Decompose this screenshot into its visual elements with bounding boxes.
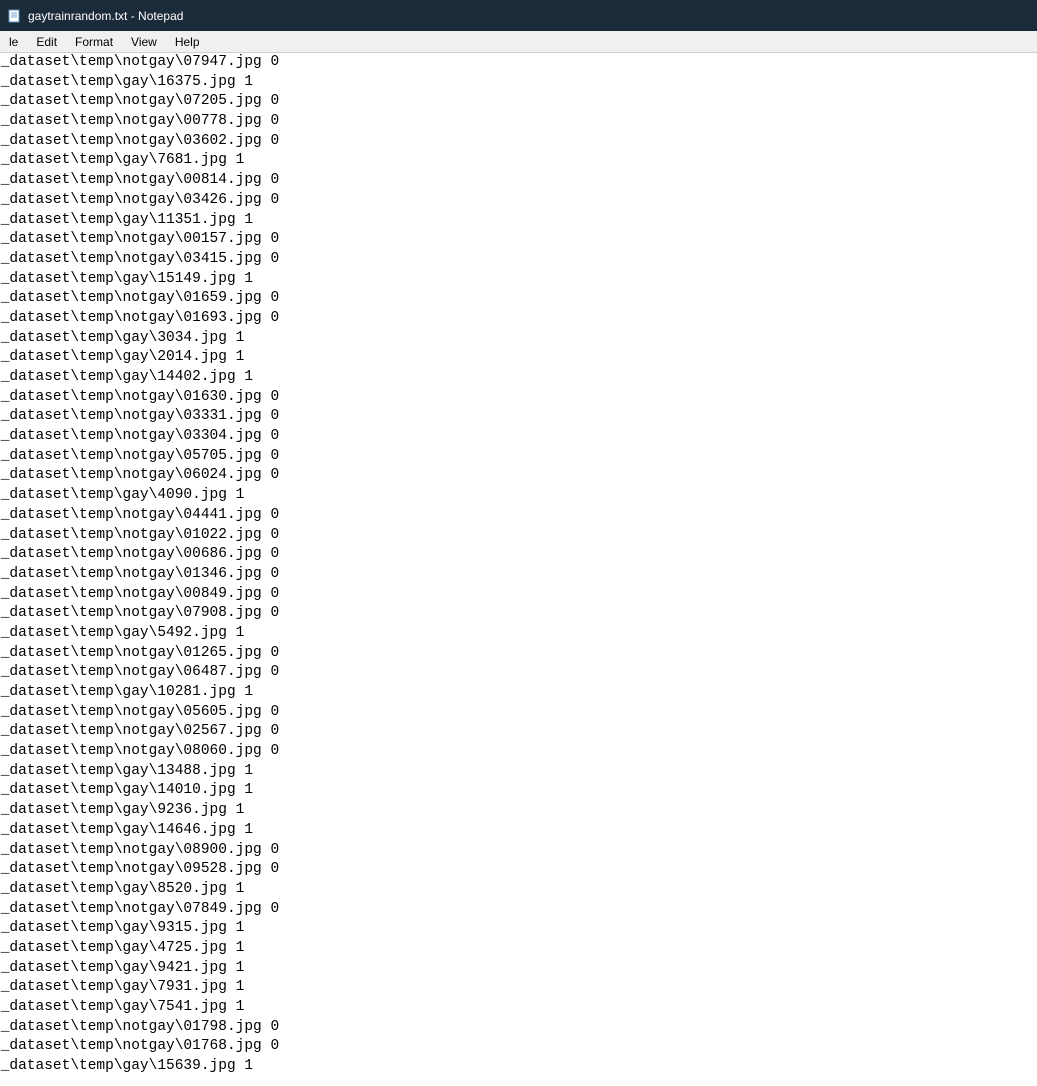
text-line: y_dataset\temp\notgay\01346.jpg 0 (0, 565, 1037, 585)
text-line: y_dataset\temp\gay\4725.jpg 1 (0, 939, 1037, 959)
text-line: y_dataset\temp\gay\9421.jpg 1 (0, 959, 1037, 979)
text-line: y_dataset\temp\gay\8520.jpg 1 (0, 880, 1037, 900)
text-line: y_dataset\temp\notgay\01693.jpg 0 (0, 309, 1037, 329)
text-line: y_dataset\temp\notgay\05605.jpg 0 (0, 703, 1037, 723)
text-line: y_dataset\temp\notgay\06024.jpg 0 (0, 466, 1037, 486)
text-line: y_dataset\temp\notgay\03602.jpg 0 (0, 132, 1037, 152)
menu-bar: le Edit Format View Help (0, 31, 1037, 53)
text-line: y_dataset\temp\notgay\01798.jpg 0 (0, 1018, 1037, 1038)
text-line: y_dataset\temp\gay\14010.jpg 1 (0, 781, 1037, 801)
text-line: y_dataset\temp\notgay\05705.jpg 0 (0, 447, 1037, 467)
text-line: y_dataset\temp\notgay\08900.jpg 0 (0, 841, 1037, 861)
text-line: y_dataset\temp\notgay\06487.jpg 0 (0, 663, 1037, 683)
text-line: y_dataset\temp\gay\7681.jpg 1 (0, 151, 1037, 171)
text-line: y_dataset\temp\notgay\01630.jpg 0 (0, 388, 1037, 408)
text-line: y_dataset\temp\notgay\09528.jpg 0 (0, 860, 1037, 880)
text-line: y_dataset\temp\gay\4090.jpg 1 (0, 486, 1037, 506)
menu-file[interactable]: le (0, 33, 27, 51)
text-line: y_dataset\temp\gay\7541.jpg 1 (0, 998, 1037, 1018)
text-line: y_dataset\temp\gay\15149.jpg 1 (0, 270, 1037, 290)
notepad-icon (6, 8, 22, 24)
text-line: y_dataset\temp\gay\13488.jpg 1 (0, 762, 1037, 782)
text-line: y_dataset\temp\gay\5492.jpg 1 (0, 624, 1037, 644)
text-line: y_dataset\temp\notgay\02567.jpg 0 (0, 722, 1037, 742)
text-line: y_dataset\temp\notgay\01022.jpg 0 (0, 526, 1037, 546)
window-title: gaytrainrandom.txt - Notepad (28, 9, 183, 23)
text-line: y_dataset\temp\notgay\03331.jpg 0 (0, 407, 1037, 427)
text-line: y_dataset\temp\gay\7931.jpg 1 (0, 978, 1037, 998)
text-line: y_dataset\temp\notgay\00157.jpg 0 (0, 230, 1037, 250)
text-line: y_dataset\temp\notgay\07849.jpg 0 (0, 900, 1037, 920)
text-line: y_dataset\temp\notgay\00686.jpg 0 (0, 545, 1037, 565)
text-line: y_dataset\temp\gay\3034.jpg 1 (0, 329, 1037, 349)
window-titlebar[interactable]: gaytrainrandom.txt - Notepad (0, 0, 1037, 31)
text-line: y_dataset\temp\notgay\00778.jpg 0 (0, 112, 1037, 132)
text-line: y_dataset\temp\notgay\00814.jpg 0 (0, 171, 1037, 191)
menu-help[interactable]: Help (166, 33, 209, 51)
text-line: y_dataset\temp\notgay\00849.jpg 0 (0, 585, 1037, 605)
text-line: y_dataset\temp\notgay\03304.jpg 0 (0, 427, 1037, 447)
text-line: y_dataset\temp\notgay\08060.jpg 0 (0, 742, 1037, 762)
text-line: y_dataset\temp\notgay\03426.jpg 0 (0, 191, 1037, 211)
menu-edit[interactable]: Edit (27, 33, 66, 51)
menu-format[interactable]: Format (66, 33, 122, 51)
text-line: y_dataset\temp\gay\9236.jpg 1 (0, 801, 1037, 821)
text-line: y_dataset\temp\gay\9315.jpg 1 (0, 919, 1037, 939)
text-line: y_dataset\temp\gay\14402.jpg 1 (0, 368, 1037, 388)
text-line: y_dataset\temp\notgay\01265.jpg 0 (0, 644, 1037, 664)
text-line: y_dataset\temp\notgay\07205.jpg 0 (0, 92, 1037, 112)
text-line: y_dataset\temp\gay\14646.jpg 1 (0, 821, 1037, 841)
text-line: y_dataset\temp\notgay\07908.jpg 0 (0, 604, 1037, 624)
text-line: y_dataset\temp\notgay\01768.jpg 0 (0, 1037, 1037, 1057)
text-line: y_dataset\temp\notgay\01659.jpg 0 (0, 289, 1037, 309)
menu-view[interactable]: View (122, 33, 166, 51)
text-line: y_dataset\temp\gay\16375.jpg 1 (0, 73, 1037, 93)
text-line: y_dataset\temp\gay\10281.jpg 1 (0, 683, 1037, 703)
text-line: y_dataset\temp\notgay\03415.jpg 0 (0, 250, 1037, 270)
text-line: y_dataset\temp\gay\15639.jpg 1 (0, 1057, 1037, 1077)
text-content[interactable]: y_dataset\temp\notgay\07947.jpg 0y_datas… (0, 53, 1037, 1086)
text-line: y_dataset\temp\gay\11351.jpg 1 (0, 211, 1037, 231)
text-line: y_dataset\temp\gay\2014.jpg 1 (0, 348, 1037, 368)
text-line: y_dataset\temp\notgay\04441.jpg 0 (0, 506, 1037, 526)
text-line: y_dataset\temp\notgay\07947.jpg 0 (0, 53, 1037, 73)
